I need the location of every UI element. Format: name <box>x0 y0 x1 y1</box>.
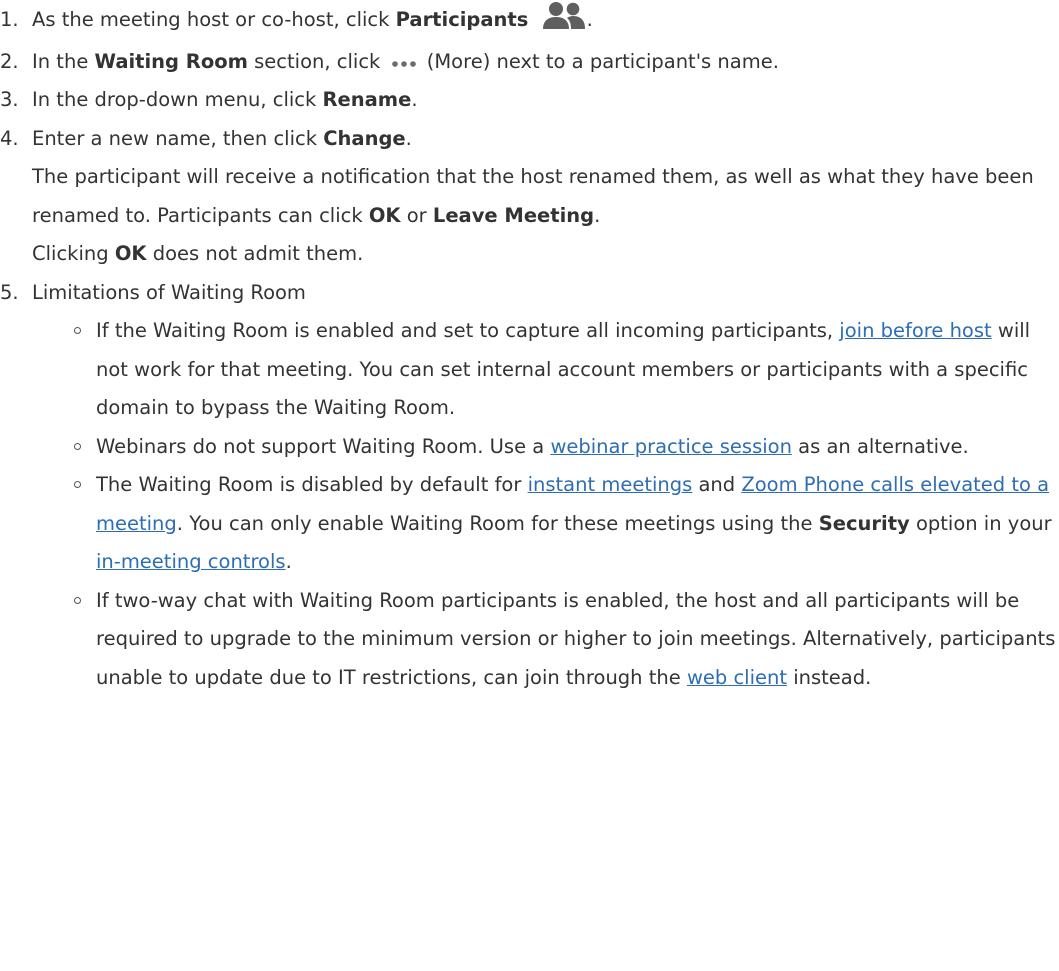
step-4: 4. Enter a new name, then click Change. … <box>0 120 1059 274</box>
list-item: If the Waiting Room is enabled and set t… <box>32 312 1059 428</box>
step-number: 4. <box>0 126 19 150</box>
instant-meetings-link[interactable]: instant meetings <box>528 473 693 496</box>
limitations-list: If the Waiting Room is enabled and set t… <box>32 312 1059 697</box>
bullet-circle-icon <box>74 442 81 450</box>
bullet-circle-icon <box>74 481 81 489</box>
participants-icon <box>541 1 587 43</box>
list-item: Webinars do not support Waiting Room. Us… <box>32 428 1059 467</box>
webinar-practice-session-link[interactable]: webinar practice session <box>550 435 792 458</box>
step-number: 2. <box>0 49 19 73</box>
list-item: The Waiting Room is disabled by default … <box>32 466 1059 582</box>
help-article: 1. As the meeting host or co-host, click… <box>0 0 1059 971</box>
rename-label: Rename <box>322 88 412 112</box>
security-label: Security <box>818 511 910 535</box>
join-before-host-link[interactable]: join before host <box>839 319 991 342</box>
step-5: 5. Limitations of Waiting Room If the Wa… <box>0 274 1059 698</box>
list-item: If two-way chat with Waiting Room partic… <box>32 582 1059 698</box>
in-meeting-controls-link[interactable]: in-meeting controls <box>96 550 286 573</box>
bullet-circle-icon <box>74 327 81 335</box>
participants-label: Participants <box>395 8 529 31</box>
step-text: As the meeting host or co-host, click <box>32 8 396 31</box>
more-icon <box>391 43 417 82</box>
step-number: 3. <box>0 88 19 112</box>
web-client-link[interactable]: web client <box>687 666 787 689</box>
step-2: 2. In the Waiting Room section, click (M… <box>0 43 1059 82</box>
steps-list: 1. As the meeting host or co-host, click… <box>0 1 1059 697</box>
step-3: 3. In the drop-down menu, click Rename. <box>0 81 1059 120</box>
step-number: 1. <box>0 8 19 31</box>
limitations-heading: Limitations of Waiting Room <box>32 280 306 304</box>
step-number: 5. <box>0 280 19 304</box>
step-1: 1. As the meeting host or co-host, click… <box>0 1 1059 43</box>
waiting-room-label: Waiting Room <box>94 49 248 73</box>
bullet-circle-icon <box>74 596 81 604</box>
change-label: Change <box>323 126 406 150</box>
